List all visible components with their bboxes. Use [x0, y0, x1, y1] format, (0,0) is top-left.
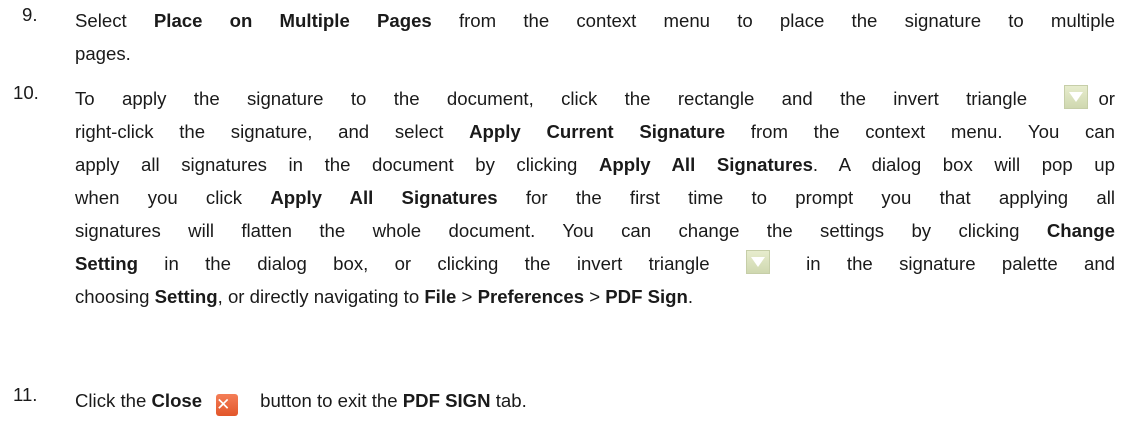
- step-number: 9.: [22, 4, 38, 25]
- text-line: Click the Close ✕ button to exit the PDF S…: [75, 384, 1115, 417]
- text-run: Select: [75, 10, 154, 31]
- bold-term: Setting: [154, 286, 218, 307]
- bold-term: PDF Sign: [605, 286, 688, 307]
- bold-term: Setting: [75, 253, 139, 274]
- bold-term: PDF SIGN: [402, 390, 491, 411]
- text-line: choosing Setting, or directly navigating…: [75, 280, 1115, 313]
- document-page: 9. Select Place on Multiple Pages from t…: [0, 0, 1128, 435]
- text-run: right-click the signature, and select: [75, 121, 470, 142]
- text-run: in the signature palette and: [779, 253, 1115, 274]
- text-run: pages.: [75, 43, 131, 64]
- bold-term: File: [424, 286, 457, 307]
- step-number: 10.: [13, 82, 39, 103]
- bold-term: Preferences: [477, 286, 585, 307]
- text-run: , or directly navigating to: [217, 286, 425, 307]
- text-run: . A dialog box will pop up: [812, 154, 1115, 175]
- text-run: apply all signatures in the document by …: [75, 154, 599, 175]
- text-run: To apply the signature to the document, …: [75, 88, 1055, 109]
- step-9-text: Select Place on Multiple Pages from the …: [75, 4, 1115, 70]
- text-line: apply all signatures in the document by …: [75, 148, 1115, 181]
- text-run: >: [584, 286, 606, 307]
- text-run: button to exit the: [260, 390, 403, 411]
- text-line: To apply the signature to the document, …: [75, 82, 1115, 115]
- text-run: from the context menu. You can: [725, 121, 1115, 142]
- text-line: right-click the signature, and select Ap…: [75, 115, 1115, 148]
- bold-term: Close: [151, 390, 203, 411]
- text-line: signatures will flatten the whole docume…: [75, 214, 1115, 247]
- text-run: .: [687, 286, 694, 307]
- text-run: for the first time to prompt you that ap…: [497, 187, 1115, 208]
- step-11-text: Click the Close ✕ button to exit the PDF S…: [75, 384, 1115, 417]
- close-icon: ✕: [216, 394, 239, 416]
- text-run: tab.: [490, 390, 527, 411]
- bold-term: Apply Current Signature: [469, 121, 726, 142]
- text-run: or: [1098, 88, 1115, 109]
- bold-term: Apply All Signatures: [270, 187, 498, 208]
- text-run: from the context menu to place the signa…: [431, 10, 1116, 31]
- bold-term: Apply All Signatures: [598, 154, 813, 175]
- text-run: choosing: [75, 286, 155, 307]
- invert-triangle-icon: [1064, 85, 1089, 109]
- text-run: Click the: [75, 390, 152, 411]
- text-line: when you click Apply All Signatures for …: [75, 181, 1115, 214]
- invert-triangle-icon: [745, 250, 770, 274]
- text-run: signatures will flatten the whole docume…: [75, 220, 1047, 241]
- step-number: 11.: [13, 384, 38, 405]
- text-run: when you click: [75, 187, 271, 208]
- text-line: Setting in the dialog box, or clicking t…: [75, 247, 1115, 280]
- text-run: in the dialog box, or clicking the inver…: [138, 253, 736, 274]
- text-line: Select Place on Multiple Pages from the …: [75, 4, 1115, 37]
- text-run: >: [456, 286, 478, 307]
- bold-term: Change: [1046, 220, 1115, 241]
- bold-term: Place on Multiple Pages: [153, 10, 432, 31]
- text-line: pages.: [75, 37, 1115, 70]
- step-10-text: To apply the signature to the document, …: [75, 82, 1115, 313]
